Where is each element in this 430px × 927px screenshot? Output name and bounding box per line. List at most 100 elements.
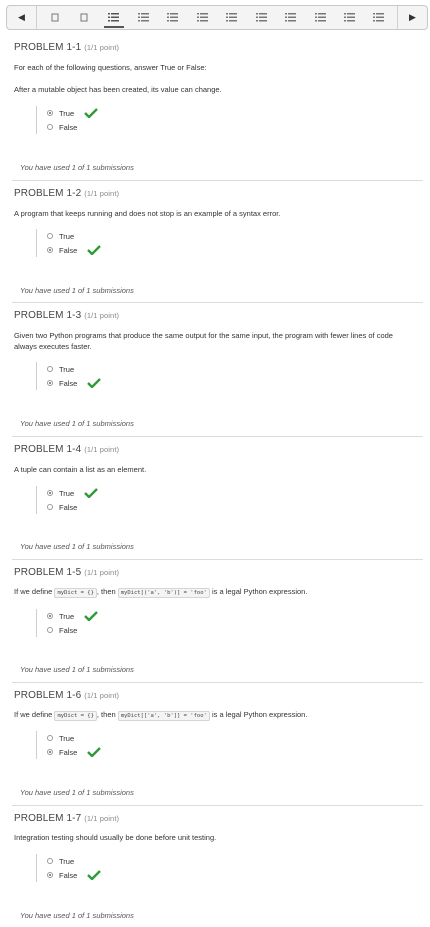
problem-title-text: PROBLEM 1-3 — [14, 310, 82, 321]
submissions-used: You have used 1 of 1 submissions — [20, 286, 134, 295]
choice-label: False — [59, 870, 78, 880]
divider — [12, 436, 423, 437]
list-icon — [373, 13, 385, 22]
divider — [12, 559, 423, 560]
choice-true[interactable]: True — [47, 486, 99, 500]
choice-false[interactable]: False — [47, 243, 102, 257]
choice-false[interactable]: False — [47, 745, 102, 759]
choice-false[interactable]: False — [47, 120, 98, 134]
next-arrow-icon[interactable]: ▶ — [397, 6, 427, 29]
problem-title: PROBLEM 1-6 (1/1 point) — [14, 690, 119, 701]
submissions-used: You have used 1 of 1 submissions — [20, 665, 134, 674]
tab-problem-9[interactable] — [338, 6, 362, 29]
choice-label: False — [59, 378, 78, 388]
choice-label: False — [59, 502, 78, 512]
submissions-used: You have used 1 of 1 submissions — [20, 419, 134, 428]
question-text: A program that keeps running and does no… — [14, 209, 281, 218]
choice-label: True — [59, 108, 75, 118]
choice-false[interactable]: False — [47, 623, 98, 637]
previous-arrow-icon[interactable]: ◀ — [7, 6, 37, 29]
divider — [12, 805, 423, 806]
tab-problem-2[interactable] — [131, 6, 155, 29]
radio-button[interactable] — [47, 735, 53, 741]
radio-button[interactable] — [47, 124, 53, 130]
tab-video-2[interactable] — [72, 6, 96, 29]
code-snippet: myDict[['a', 'b']] = 'foo' — [117, 711, 210, 721]
list-icon — [226, 13, 238, 22]
choice-group: True False — [36, 854, 102, 882]
tab-problem-7[interactable] — [279, 6, 303, 29]
tab-problem-10[interactable] — [367, 6, 391, 29]
choice-true[interactable]: True — [47, 106, 99, 120]
checkmark-icon — [87, 245, 102, 255]
problem-title: PROBLEM 1-7 (1/1 point) — [14, 813, 119, 824]
question-fragment: If we define — [14, 710, 53, 719]
tab-problem-8[interactable] — [308, 6, 332, 29]
tab-problem-5[interactable] — [220, 6, 244, 29]
radio-button[interactable] — [47, 504, 53, 510]
problem-title: PROBLEM 1-1 (1/1 point) — [14, 42, 119, 53]
choice-true[interactable]: True — [47, 731, 101, 745]
problem-points: (1/1 point) — [84, 311, 120, 320]
problem-title-text: PROBLEM 1-2 — [14, 188, 82, 199]
question-text: After a mutable object has been created,… — [14, 85, 222, 94]
choice-label: True — [59, 611, 75, 621]
problem-title: PROBLEM 1-2 (1/1 point) — [14, 188, 119, 199]
radio-button[interactable] — [47, 380, 53, 386]
tab-video-1[interactable] — [43, 6, 67, 29]
checkmark-icon — [84, 108, 99, 118]
choice-label: True — [59, 488, 75, 498]
radio-button[interactable] — [47, 233, 53, 239]
list-icon — [167, 13, 179, 22]
submissions-used: You have used 1 of 1 submissions — [20, 163, 134, 172]
question-text: Given two Python programs that produce t… — [14, 331, 393, 351]
radio-button[interactable] — [47, 366, 53, 372]
radio-button[interactable] — [47, 490, 53, 496]
radio-button[interactable] — [47, 872, 53, 878]
choice-true[interactable]: True — [47, 362, 101, 376]
choice-label: False — [59, 245, 78, 255]
tab-problem-3[interactable] — [161, 6, 185, 29]
submissions-used: You have used 1 of 1 submissions — [20, 788, 134, 797]
choice-label: False — [59, 122, 78, 132]
choice-group: True False — [36, 229, 102, 257]
tab-problem-1[interactable] — [102, 6, 126, 29]
list-icon — [108, 13, 120, 22]
problem-points: (1/1 point) — [84, 189, 120, 198]
radio-button[interactable] — [47, 613, 53, 619]
video-icon — [80, 13, 88, 22]
choice-false[interactable]: False — [47, 868, 102, 882]
choice-group: True False — [36, 486, 99, 514]
radio-button[interactable] — [47, 247, 53, 253]
choice-group: True False — [36, 362, 102, 390]
list-icon — [137, 13, 149, 22]
problem-title-text: PROBLEM 1-4 — [14, 444, 82, 455]
choice-false[interactable]: False — [47, 376, 102, 390]
checkmark-icon — [84, 611, 99, 621]
radio-button[interactable] — [47, 627, 53, 633]
radio-button[interactable] — [47, 110, 53, 116]
problem-intro: For each of the following questions, ans… — [14, 63, 207, 72]
code-snippet: myDict = {} — [54, 711, 97, 721]
problem-points: (1/1 point) — [84, 814, 120, 823]
tab-problem-4[interactable] — [190, 6, 214, 29]
choice-true[interactable]: True — [47, 854, 101, 868]
choice-true[interactable]: True — [47, 229, 101, 243]
choice-false[interactable]: False — [47, 500, 98, 514]
checkmark-icon — [84, 488, 99, 498]
divider — [12, 682, 423, 683]
radio-button[interactable] — [47, 749, 53, 755]
choice-label: True — [59, 364, 75, 374]
sequence-tabs — [37, 6, 397, 29]
choice-true[interactable]: True — [47, 609, 99, 623]
list-icon — [344, 13, 356, 22]
problem-title-text: PROBLEM 1-1 — [14, 42, 82, 53]
submissions-used: You have used 1 of 1 submissions — [20, 542, 134, 551]
tab-problem-6[interactable] — [249, 6, 273, 29]
question-fragment: is a legal Python expression. — [211, 710, 308, 719]
choice-label: False — [59, 625, 78, 635]
choice-group: True False — [36, 106, 99, 134]
question-text: If we define myDict = {}, then myDict[('… — [14, 587, 307, 598]
problem-title-text: PROBLEM 1-6 — [14, 690, 82, 701]
radio-button[interactable] — [47, 858, 53, 864]
